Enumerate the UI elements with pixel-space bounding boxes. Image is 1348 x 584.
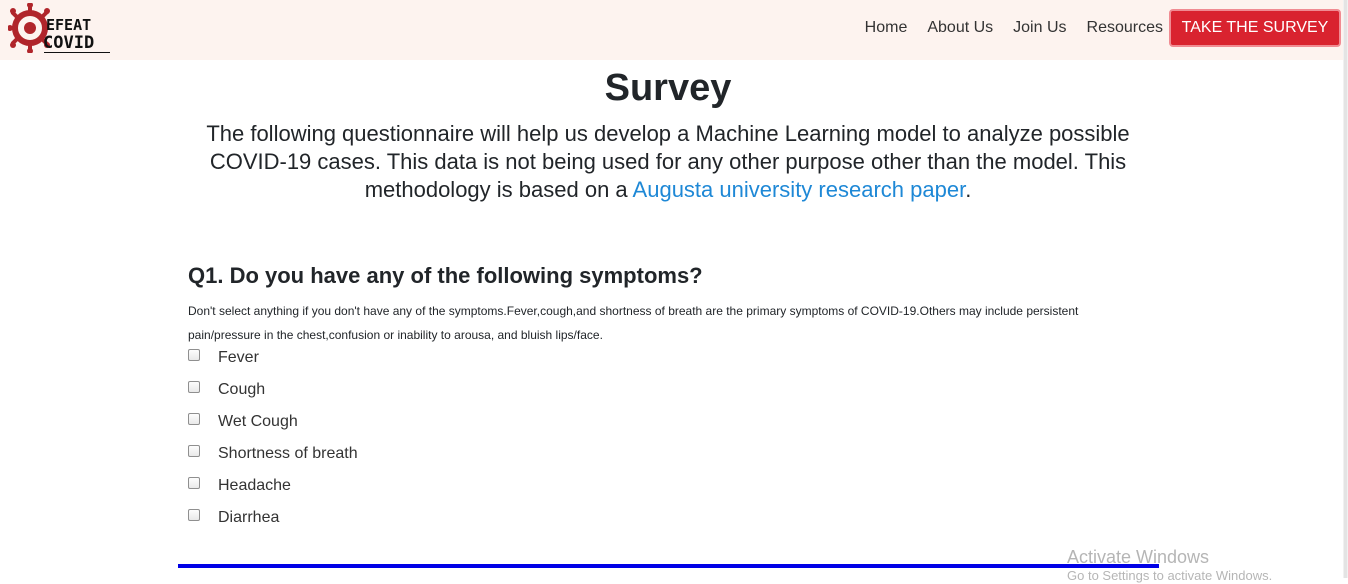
intro-end: . bbox=[965, 177, 972, 202]
nav-link-home[interactable]: Home bbox=[865, 18, 908, 38]
headache-label[interactable]: Headache bbox=[218, 476, 291, 496]
navbar: EFEAT COVID Home About Us Join Us Resour… bbox=[0, 0, 1343, 60]
logo-text-line1: EFEAT bbox=[46, 16, 92, 34]
nav-links: Home About Us Join Us Resources bbox=[845, 18, 1163, 38]
intro-paragraph: The following questionnaire will help us… bbox=[180, 120, 1156, 204]
page-title: Survey bbox=[604, 67, 732, 109]
nav-link-resources[interactable]: Resources bbox=[1087, 18, 1163, 38]
fever-label[interactable]: Fever bbox=[218, 348, 259, 368]
logo-text-line2: COVID bbox=[43, 33, 95, 53]
diarrhea-label[interactable]: Diarrhea bbox=[218, 508, 279, 528]
wet-cough-label[interactable]: Wet Cough bbox=[218, 412, 298, 432]
question-1-note: Don't select anything if you don't have … bbox=[188, 304, 1079, 342]
nav-link-about-us[interactable]: About Us bbox=[927, 18, 993, 38]
headache-checkbox[interactable] bbox=[188, 477, 200, 489]
activate-windows-watermark: Activate Windows bbox=[1067, 547, 1210, 567]
question-1-heading: Q1. Do you have any of the following sym… bbox=[188, 263, 703, 288]
shortness-of-breath-label[interactable]: Shortness of breath bbox=[218, 444, 358, 464]
shortness-of-breath-checkbox[interactable] bbox=[188, 445, 200, 457]
scrollbar-thumb[interactable] bbox=[1344, 0, 1347, 578]
logo-underline bbox=[44, 52, 110, 53]
fever-checkbox[interactable] bbox=[188, 349, 200, 361]
research-paper-link[interactable]: Augusta university research paper bbox=[633, 177, 966, 202]
defeat-covid-logo[interactable]: EFEAT COVID bbox=[8, 3, 114, 57]
section-divider bbox=[178, 564, 1159, 568]
cough-checkbox[interactable] bbox=[188, 381, 200, 393]
nav-link-join-us[interactable]: Join Us bbox=[1013, 18, 1066, 38]
cough-label[interactable]: Cough bbox=[218, 380, 265, 400]
diarrhea-checkbox[interactable] bbox=[188, 509, 200, 521]
activate-windows-subtext: Go to Settings to activate Windows. bbox=[1067, 568, 1273, 583]
wet-cough-checkbox[interactable] bbox=[188, 413, 200, 425]
take-survey-button[interactable]: TAKE THE SURVEY bbox=[1169, 9, 1341, 47]
